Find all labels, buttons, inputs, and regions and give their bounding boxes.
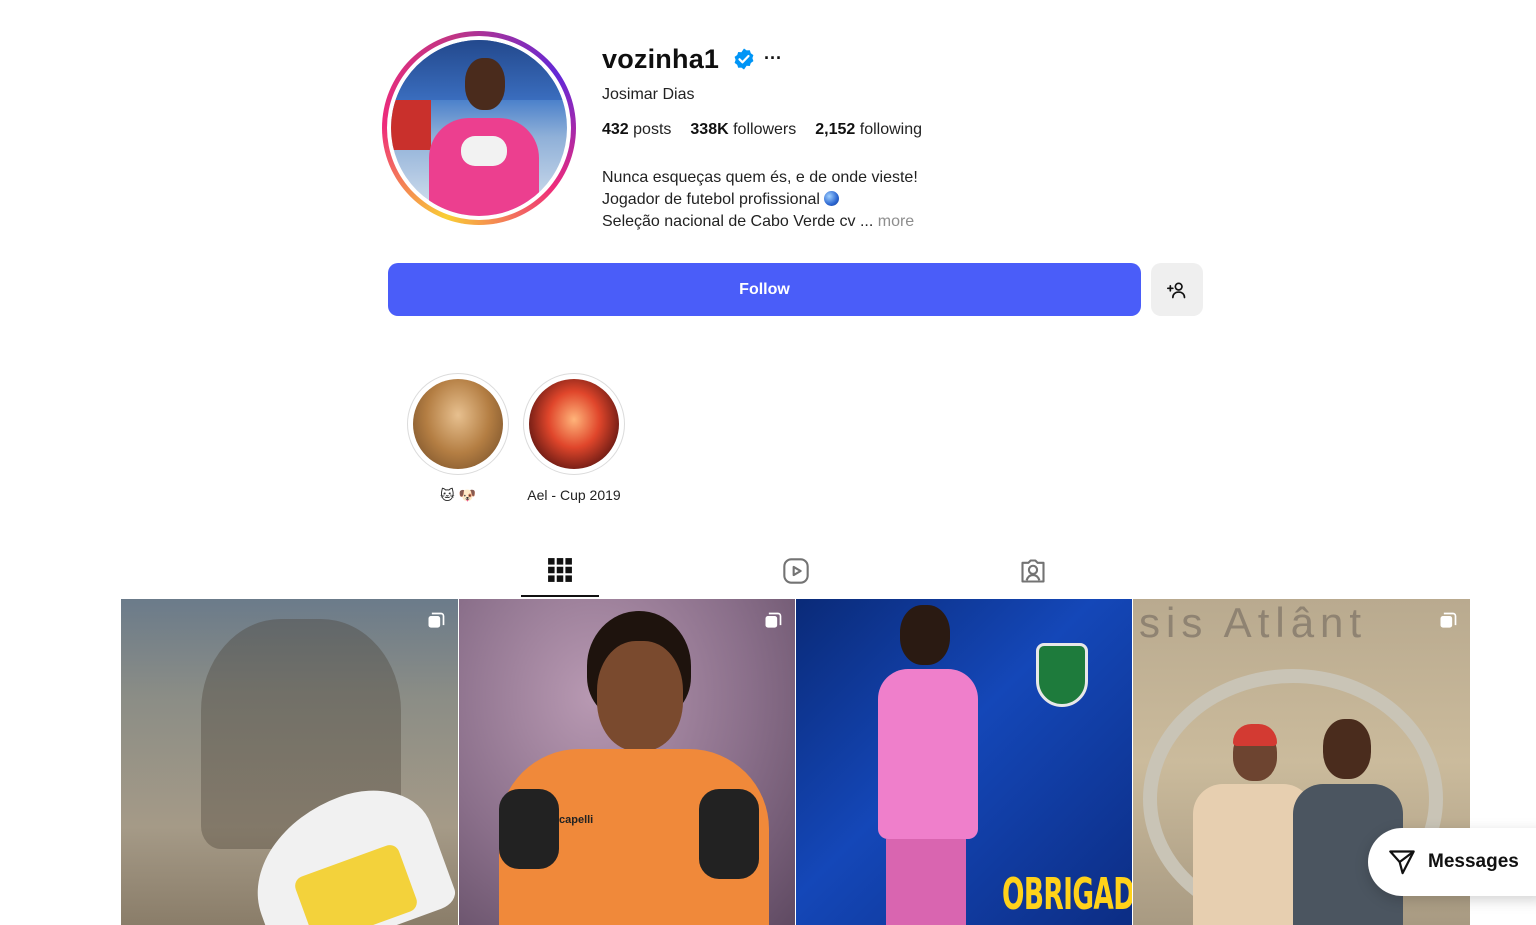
following-stat[interactable]: 2,152 following xyxy=(815,121,922,139)
bio-line: Seleção nacional de Cabo Verde cv ... xyxy=(602,213,874,230)
highlight-cover xyxy=(529,379,619,469)
highlight-ring xyxy=(523,373,625,475)
reels-icon xyxy=(783,558,809,584)
carousel-icon xyxy=(765,612,782,628)
followers-stat[interactable]: 338K followers xyxy=(690,121,796,139)
post-caption-text: capelli xyxy=(559,814,594,826)
carousel-icon xyxy=(428,612,445,628)
following-label: following xyxy=(859,121,923,138)
profile-avatar[interactable] xyxy=(382,31,576,225)
more-options-icon[interactable]: ··· xyxy=(764,48,782,69)
tab-posts[interactable] xyxy=(521,553,599,597)
verified-badge-icon xyxy=(734,48,754,70)
bio-line: Nunca esqueças quem és, e de onde vieste… xyxy=(602,169,918,186)
profile-stats: 432 posts 338K followers 2,152 following xyxy=(602,121,922,139)
bio-line-truncated: Seleção nacional de Cabo Verde cv ... mo… xyxy=(602,211,1022,233)
post-caption-text: OBRIGADO! xyxy=(1002,869,1132,920)
highlight-ring xyxy=(407,373,509,475)
messages-button[interactable]: Messages xyxy=(1368,828,1536,896)
bio-more-link[interactable]: more xyxy=(878,213,914,230)
posts-count: 432 xyxy=(602,121,629,138)
highlight-label: Ael - Cup 2019 xyxy=(527,487,621,503)
post-thumbnail[interactable]: OBRIGADO! xyxy=(796,599,1132,925)
highlight-cover xyxy=(413,379,503,469)
story-highlight[interactable]: Ael - Cup 2019 xyxy=(522,373,626,503)
followers-label: followers xyxy=(733,121,797,138)
profile-bio: Nunca esqueças quem és, e de onde vieste… xyxy=(602,167,1022,233)
follow-button[interactable]: Follow xyxy=(388,263,1141,316)
posts-stat: 432 posts xyxy=(602,121,671,139)
tab-reels[interactable] xyxy=(757,553,835,597)
profile-username: vozinha1 xyxy=(602,44,720,74)
globe-icon xyxy=(823,191,839,206)
bio-line: Jogador de futebol profissional xyxy=(602,191,820,208)
followers-count: 338K xyxy=(690,121,729,138)
tab-tagged[interactable] xyxy=(994,553,1072,597)
post-thumbnail[interactable] xyxy=(121,599,458,925)
story-highlight[interactable]: 🐱 🐶 xyxy=(406,373,510,504)
posts-label: posts xyxy=(633,121,672,138)
grid-icon xyxy=(548,558,572,582)
send-icon xyxy=(1389,850,1415,875)
following-count: 2,152 xyxy=(815,121,856,138)
profile-full-name: Josimar Dias xyxy=(602,86,695,103)
suggested-users-button[interactable] xyxy=(1151,263,1203,316)
tagged-icon xyxy=(1021,559,1045,583)
bio-line-with-icon: Jogador de futebol profissional xyxy=(602,189,1022,211)
post-thumbnail[interactable]: capelli xyxy=(459,599,795,925)
highlight-label: 🐱 🐶 xyxy=(440,487,476,503)
carousel-icon xyxy=(1440,612,1457,628)
messages-label: Messages xyxy=(1428,851,1519,872)
post-caption-text: sis Atlânt xyxy=(1139,599,1368,646)
add-user-icon xyxy=(1167,282,1186,298)
